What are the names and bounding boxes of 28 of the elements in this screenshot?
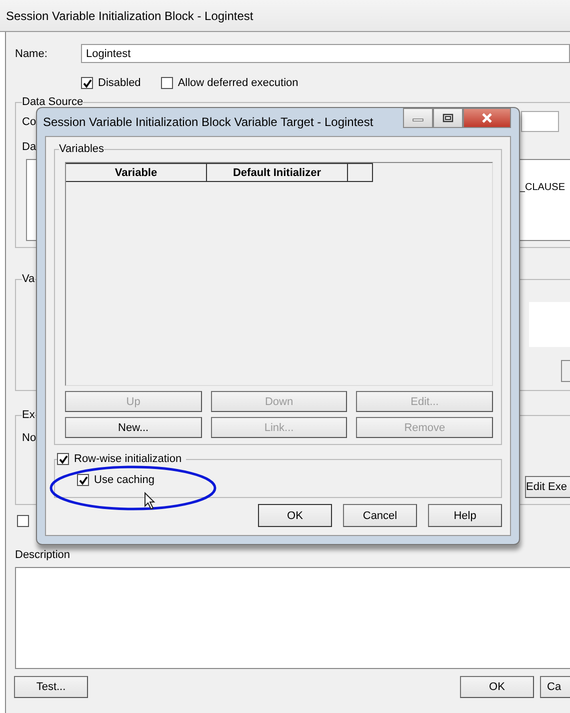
description-label: Description [15, 549, 72, 561]
column-header[interactable]: Default Initializer [207, 163, 348, 182]
dialog-footer-button[interactable]: OK [258, 504, 332, 527]
checkbox-label: Row-wise initialization [74, 453, 182, 465]
partial-button[interactable]: Ca [540, 676, 570, 698]
dialog-button[interactable]: New... [65, 417, 202, 438]
dialog-title: Session Variable Initialization Block Variable Target - Logintest [43, 115, 374, 129]
group-label: Ex [22, 409, 35, 421]
name-label: Name: [15, 48, 48, 60]
sql-text: _CLAUSE [519, 182, 565, 193]
field-label: Da [22, 141, 36, 153]
checkbox-label: Disabled [98, 77, 141, 89]
dialog-footer-button[interactable]: Help [428, 504, 502, 527]
column-header[interactable]: Variable [66, 163, 207, 182]
edit-execution-button[interactable]: Edit Exe [525, 476, 570, 498]
checkbox-label: Allow deferred execution [178, 77, 298, 89]
field-label: Co [22, 116, 36, 128]
test-button[interactable]: Test... [14, 676, 88, 698]
group-label: Data Source [22, 96, 84, 108]
variables-table[interactable]: Variable Default Initializer [65, 162, 493, 386]
group-label: Va [22, 273, 35, 285]
dialog-footer-button[interactable]: Cancel [343, 504, 417, 527]
execution-text: No [22, 432, 36, 444]
group-label: Variables [59, 143, 104, 155]
window-title: Session Variable Initialization Block - Logintest [6, 8, 254, 22]
checkbox-label: Use caching [94, 474, 155, 486]
ok-button[interactable]: OK [460, 676, 534, 698]
name-field[interactable]: Logintest [81, 44, 570, 63]
